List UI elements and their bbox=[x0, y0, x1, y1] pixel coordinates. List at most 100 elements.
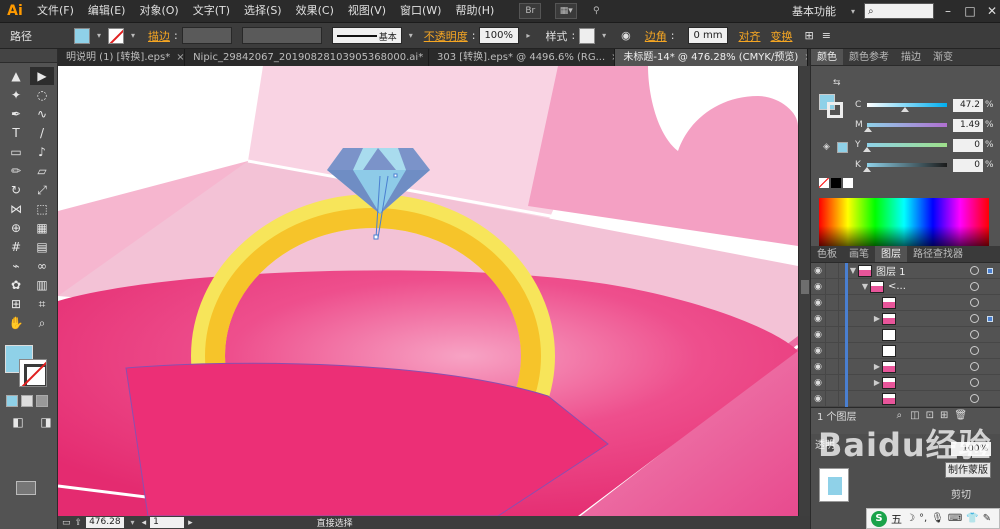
stroke-weight-field[interactable] bbox=[181, 27, 232, 44]
last-color-swatch[interactable] bbox=[837, 142, 848, 153]
lock-toggle[interactable] bbox=[825, 390, 839, 407]
layer-row[interactable]: ◉ ▼ <... bbox=[811, 278, 1000, 295]
layer-row[interactable]: ◉ ▶ bbox=[811, 358, 1000, 375]
new-layer-icon[interactable]: ⊞ bbox=[940, 410, 948, 421]
visibility-eye-icon[interactable]: ◉ bbox=[811, 266, 825, 276]
visibility-eye-icon[interactable]: ◉ bbox=[811, 346, 825, 356]
perspective-grid-tool-icon[interactable]: ▦ bbox=[30, 219, 54, 237]
selection-tool-icon[interactable]: ▲ bbox=[4, 67, 28, 85]
menu-item[interactable]: 效果(C) bbox=[289, 0, 341, 22]
arrange-documents-icon[interactable]: ▦▾ bbox=[555, 3, 578, 19]
gradient-mode-button[interactable] bbox=[21, 395, 33, 407]
chevron-down-icon[interactable]: ▾ bbox=[599, 31, 609, 40]
layer-row[interactable]: ◉ ▶ bbox=[811, 310, 1000, 327]
stroke-panel-link[interactable]: 描边 bbox=[148, 28, 170, 44]
close-icon[interactable]: × bbox=[176, 52, 184, 63]
channel-value-field[interactable]: 0 bbox=[953, 158, 983, 172]
scale-tool-icon[interactable]: ⤢ bbox=[30, 181, 54, 199]
color-slider[interactable] bbox=[863, 163, 947, 172]
rotate-tool-icon[interactable]: ↻ bbox=[4, 181, 28, 199]
curvature-tool-icon[interactable]: ∿ bbox=[30, 105, 54, 123]
document-tab[interactable]: Nipic_29842067_20190828103905368000.ai*× bbox=[185, 49, 430, 66]
type-tool-icon[interactable]: T bbox=[4, 124, 28, 142]
panel-tab[interactable]: 颜色参考 bbox=[843, 49, 895, 65]
target-circle-icon[interactable] bbox=[970, 378, 979, 387]
column-graph-tool-icon[interactable]: ▥ bbox=[30, 276, 54, 294]
menu-item[interactable]: 选择(S) bbox=[237, 0, 289, 22]
chevron-down-icon[interactable]: ▾ bbox=[128, 518, 138, 527]
lock-toggle[interactable] bbox=[825, 374, 839, 391]
fill-stroke-widget[interactable] bbox=[5, 345, 49, 389]
black-swatch[interactable] bbox=[831, 178, 841, 188]
none-swatch[interactable] bbox=[819, 178, 829, 188]
recolor-icon[interactable]: ◉ bbox=[621, 29, 631, 42]
lock-toggle[interactable] bbox=[825, 326, 839, 343]
rectangle-tool-icon[interactable]: ▭ bbox=[4, 143, 28, 161]
panel-menu-icon[interactable]: ≡ bbox=[822, 29, 831, 42]
prev-artboard-icon[interactable]: ◂ bbox=[142, 518, 147, 528]
target-circle-icon[interactable] bbox=[970, 298, 979, 307]
menu-item[interactable]: 视图(V) bbox=[341, 0, 393, 22]
visibility-eye-icon[interactable]: ◉ bbox=[811, 298, 825, 308]
new-sublayer-icon[interactable]: ⊡ bbox=[926, 410, 934, 421]
slider-knob[interactable] bbox=[900, 107, 909, 112]
keyboard-icon[interactable]: ⌨ bbox=[948, 513, 962, 524]
export-icon[interactable]: ⇪ bbox=[75, 518, 83, 528]
workspace-switcher[interactable]: 基本功能 bbox=[792, 3, 836, 19]
menu-item[interactable]: 帮助(H) bbox=[448, 0, 501, 22]
make-mask-button[interactable]: 制作蒙版 bbox=[945, 462, 991, 478]
channel-value-field[interactable]: 47.2 bbox=[953, 98, 983, 112]
artboard-tool-icon[interactable]: ⊞ bbox=[4, 295, 28, 313]
document-tab[interactable]: 明说明 (1) [转换].eps* × bbox=[58, 49, 186, 66]
panel-tab[interactable]: 色板 bbox=[811, 246, 843, 262]
expand-triangle-icon[interactable]: ▼ bbox=[860, 282, 870, 291]
document-tab[interactable]: 303 [转换].eps* @ 4496.6% (RG...× bbox=[429, 49, 616, 66]
layer-name[interactable]: <... bbox=[888, 281, 906, 292]
slider-knob[interactable] bbox=[863, 167, 871, 172]
artboard-field[interactable]: 1 bbox=[150, 517, 185, 528]
blend-tool-icon[interactable]: ∞ bbox=[30, 257, 54, 275]
panel-tab[interactable]: 图层 bbox=[875, 246, 907, 262]
chevron-down-icon[interactable]: ▾ bbox=[94, 31, 104, 40]
lock-toggle[interactable] bbox=[825, 310, 839, 327]
punctuation-icon[interactable]: °, bbox=[919, 513, 927, 524]
moon-icon[interactable]: ☽ bbox=[906, 513, 915, 524]
visibility-eye-icon[interactable]: ◉ bbox=[811, 394, 825, 404]
settings-icon[interactable]: ✎ bbox=[983, 513, 991, 524]
lock-toggle[interactable] bbox=[825, 358, 839, 375]
bridge-icon[interactable]: Br bbox=[519, 3, 542, 19]
gradient-tool-icon[interactable]: ▤ bbox=[30, 238, 54, 256]
panel-tab[interactable]: 描边 bbox=[895, 49, 927, 65]
next-artboard-icon[interactable]: ▸ bbox=[188, 518, 193, 528]
layer-row[interactable]: ◉ bbox=[811, 326, 1000, 343]
layer-row[interactable]: ◉ bbox=[811, 342, 1000, 359]
panel-tab[interactable]: 画笔 bbox=[843, 246, 875, 262]
visibility-eye-icon[interactable]: ◉ bbox=[811, 282, 825, 292]
width-tool-icon[interactable]: ⋈ bbox=[4, 200, 28, 218]
document-tab[interactable]: 未标题-14* @ 476.28% (CMYK/预览) × bbox=[615, 49, 808, 66]
screen-mode-button[interactable] bbox=[16, 481, 36, 495]
lock-toggle[interactable] bbox=[825, 342, 839, 359]
chevron-right-icon[interactable]: ▸ bbox=[523, 31, 533, 40]
maximize-button[interactable]: □ bbox=[962, 4, 978, 18]
artboard-canvas[interactable] bbox=[58, 66, 798, 516]
clip-checkbox-label[interactable]: 剪切 bbox=[951, 486, 971, 501]
transparency-opacity-field[interactable]: 100% bbox=[951, 442, 991, 456]
expand-triangle-icon[interactable]: ▶ bbox=[872, 314, 882, 323]
free-transform-tool-icon[interactable]: ⬚ bbox=[30, 200, 54, 218]
gpu-icon[interactable]: ⚲ bbox=[585, 3, 607, 19]
mesh-tool-icon[interactable]: # bbox=[4, 238, 28, 256]
color-slider[interactable] bbox=[864, 123, 947, 132]
channel-value-field[interactable]: 1.49 bbox=[953, 118, 983, 132]
stroke-color-box[interactable] bbox=[827, 102, 843, 118]
white-swatch[interactable] bbox=[843, 178, 853, 188]
color-mode-button[interactable] bbox=[6, 395, 18, 407]
direct-selection-tool-icon[interactable]: ▶ bbox=[30, 67, 54, 85]
visibility-eye-icon[interactable]: ◉ bbox=[811, 314, 825, 324]
transform-panel-link[interactable]: 变换 bbox=[770, 28, 792, 44]
lock-toggle[interactable] bbox=[825, 278, 839, 295]
selection-indicator[interactable] bbox=[987, 315, 993, 322]
paintbrush-tool-icon[interactable]: ♪ bbox=[30, 143, 54, 161]
symbol-sprayer-tool-icon[interactable]: ✿ bbox=[4, 276, 28, 294]
ime-logo[interactable]: S bbox=[871, 510, 887, 527]
